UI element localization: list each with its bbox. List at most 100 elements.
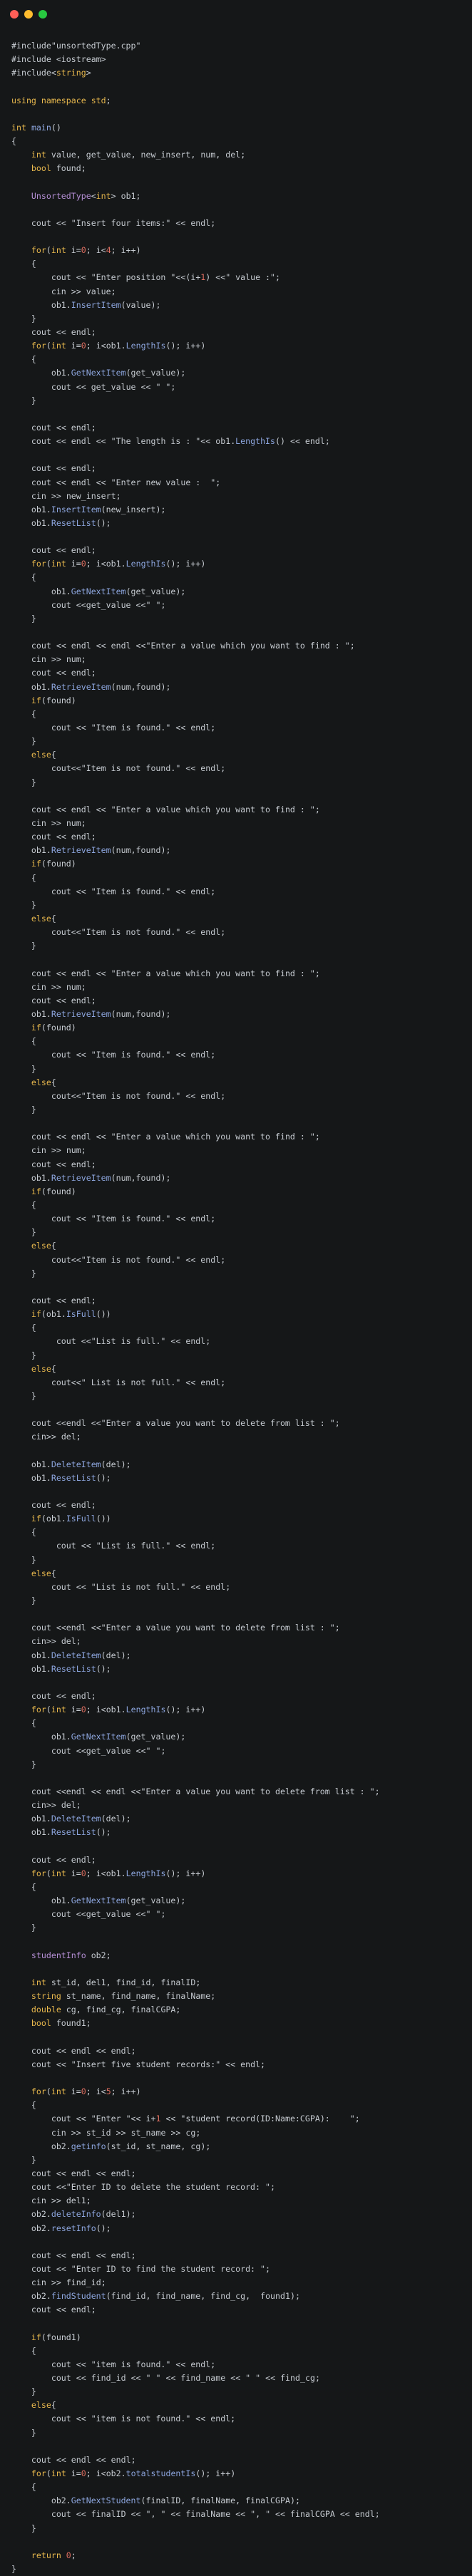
- code-line: {: [31, 354, 36, 365]
- code-line: cout << endl;: [31, 463, 96, 474]
- code-line: cout << "item is not found." << endl;: [51, 2414, 236, 2424]
- code-line: ob1.GetNextItem(get_value);: [51, 586, 186, 596]
- code-line: if(found): [31, 1186, 76, 1196]
- close-window-button[interactable]: [10, 10, 19, 19]
- code-line: }: [31, 1923, 36, 1933]
- code-line: cout << endl;: [31, 1854, 96, 1865]
- code-line: cout << endl << endl;: [31, 2250, 136, 2260]
- code-line: }: [31, 1268, 36, 1278]
- code-line: using namespace std;: [11, 95, 111, 105]
- code-line: return 0;: [31, 2550, 76, 2560]
- code-line: }: [31, 1227, 36, 1238]
- code-line: cout << finalID << ", " << finalName << …: [51, 2509, 380, 2520]
- code-line: {: [31, 1323, 36, 1333]
- code-line: ob1.ResetList();: [31, 517, 111, 528]
- code-line: double cg, find_cg, finalCGPA;: [31, 2005, 181, 2015]
- code-line: cout <<get_value <<" ";: [51, 599, 166, 610]
- code-line: ob1.DeleteItem(del);: [31, 1650, 131, 1660]
- code-line: }: [11, 2564, 16, 2575]
- code-line: for(int i=0; i<4; i++): [31, 245, 141, 256]
- code-line: ob2.getinfo(st_id, st_name, cg);: [51, 2141, 211, 2151]
- code-line: cout << "Enter "<< i+1 << "student recor…: [51, 2114, 360, 2124]
- code-line: #include<string>: [11, 68, 91, 78]
- code-line: cout << endl;: [31, 832, 96, 842]
- code-line: {: [31, 872, 36, 883]
- code-line: int value, get_value, new_insert, num, d…: [31, 150, 246, 160]
- code-line: ob1.DeleteItem(del);: [31, 1814, 131, 1824]
- code-line: {: [31, 572, 36, 583]
- minimize-window-button[interactable]: [24, 10, 33, 19]
- code-line: string st_name, find_name, finalName;: [31, 1991, 216, 2002]
- code-line: {: [11, 135, 16, 146]
- code-line: }: [31, 1390, 36, 1401]
- code-line: cout << "Item is found." << endl;: [51, 886, 216, 896]
- code-line: #include <iostream>: [11, 54, 106, 65]
- code-line: }: [31, 899, 36, 910]
- code-line: cin >> num;: [31, 981, 86, 992]
- code-line: int st_id, del1, find_id, finalID;: [31, 1977, 201, 1987]
- code-line: cout<<" List is not full." << endl;: [51, 1377, 226, 1387]
- code-line: cout << endl << "The length is : "<< ob1…: [31, 436, 330, 447]
- code-line: }: [31, 395, 36, 405]
- code-line: cout << endl << endl;: [31, 2454, 136, 2465]
- code-line: cout << find_id << " " << find_name << "…: [51, 2373, 320, 2384]
- code-line: ob2.findStudent(find_id, find_name, find…: [31, 2291, 300, 2302]
- code-line: ob1.InsertItem(value);: [51, 299, 161, 310]
- code-line: cout << "Item is found." << endl;: [51, 1050, 216, 1060]
- code-line: UnsortedType<int> ob1;: [31, 190, 141, 201]
- code-line: int main(): [11, 122, 61, 133]
- code-line: cout << get_value << " ";: [51, 381, 176, 392]
- code-line: cout <<"List is full." << endl;: [56, 1336, 211, 1347]
- code-line: ob1.RetrieveItem(num,found);: [31, 845, 171, 856]
- code-line: {: [31, 1036, 36, 1047]
- code-line: ob1.ResetList();: [31, 1472, 111, 1483]
- maximize-window-button[interactable]: [39, 10, 47, 19]
- code-line: {: [31, 259, 36, 269]
- code-line: cout << endl << "Enter a value which you…: [31, 968, 320, 978]
- code-line: cin>> del;: [31, 1432, 81, 1442]
- code-line: }: [31, 1554, 36, 1565]
- code-line: #include"unsortedType.cpp": [11, 41, 141, 51]
- code-line: for(int i=0; i<ob1.LengthIs(); i++): [31, 341, 206, 351]
- code-line: if(ob1.IsFull()): [31, 1514, 111, 1524]
- code-line: cout << "Insert five student records:" <…: [31, 2059, 266, 2069]
- code-line: }: [31, 613, 36, 624]
- code-line: cout <<get_value <<" ";: [51, 1745, 166, 1756]
- code-line: cout << endl;: [31, 2305, 96, 2315]
- code-line: cout <<endl <<"Enter a value you want to…: [31, 1623, 340, 1633]
- code-line: {: [31, 2345, 36, 2356]
- code-line: }: [31, 1104, 36, 1114]
- code-line: cout << endl << "Enter a value which you…: [31, 804, 320, 814]
- code-line: {: [31, 2482, 36, 2493]
- code-line: cout << "Insert four items:" << endl;: [31, 217, 216, 228]
- code-line: bool found1;: [31, 2018, 91, 2029]
- code-line: cin >> del1;: [31, 2195, 91, 2206]
- code-line: }: [31, 1595, 36, 1606]
- code-line: else{: [31, 1077, 56, 1087]
- code-block: #include"unsortedType.cpp" #include <iost…: [11, 39, 465, 2576]
- code-line: }: [31, 2154, 36, 2165]
- code-line: cout<<"Item is not found." << endl;: [51, 1254, 226, 1265]
- code-line: cin >> new_insert;: [31, 490, 121, 501]
- code-line: cout << endl;: [31, 545, 96, 556]
- code-line: {: [31, 2100, 36, 2111]
- code-line: }: [31, 736, 36, 747]
- code-line: ob1.RetrieveItem(num,found);: [31, 1172, 171, 1183]
- code-line: cout << "List is full." << endl;: [56, 1541, 216, 1551]
- code-line: }: [31, 777, 36, 787]
- code-line: ob1.ResetList();: [31, 1663, 111, 1674]
